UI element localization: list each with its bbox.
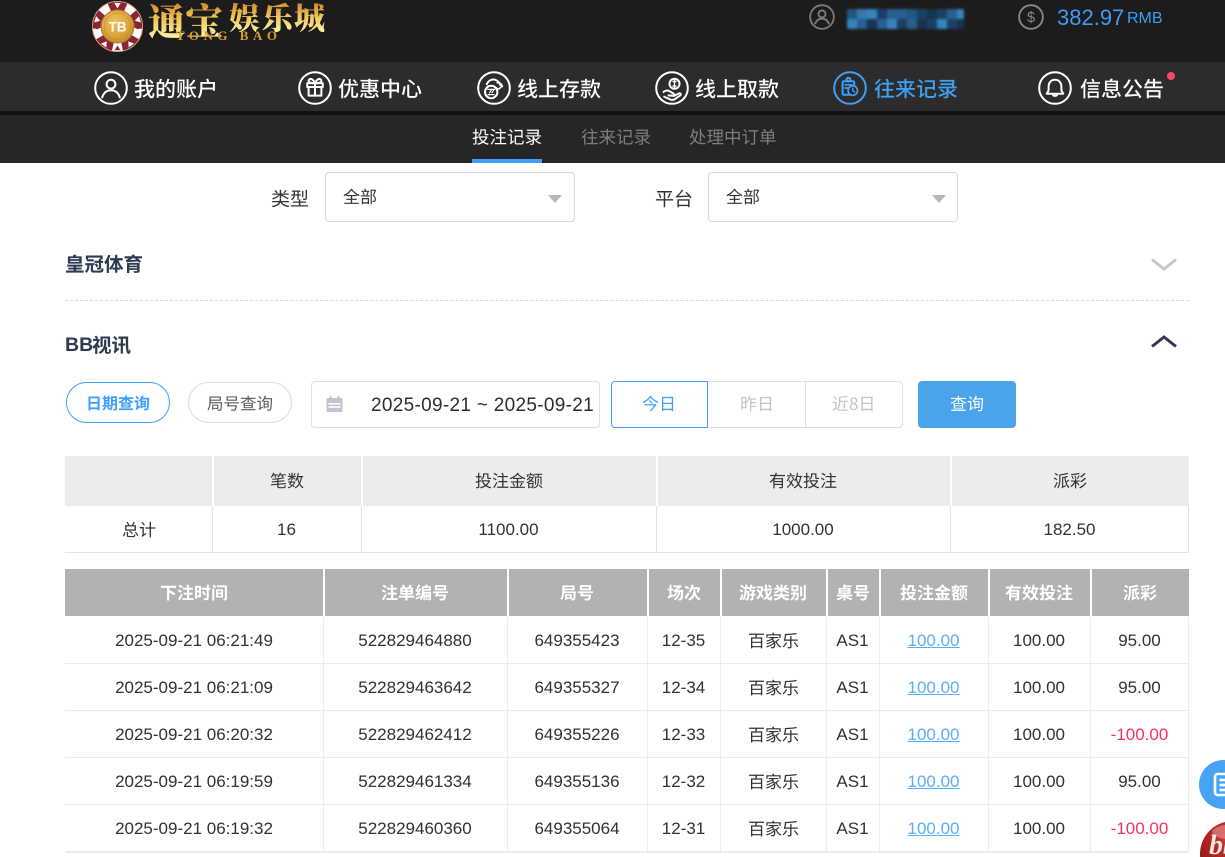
svg-text:$: $ [1027,10,1035,26]
svg-text:TB: TB [109,20,127,35]
